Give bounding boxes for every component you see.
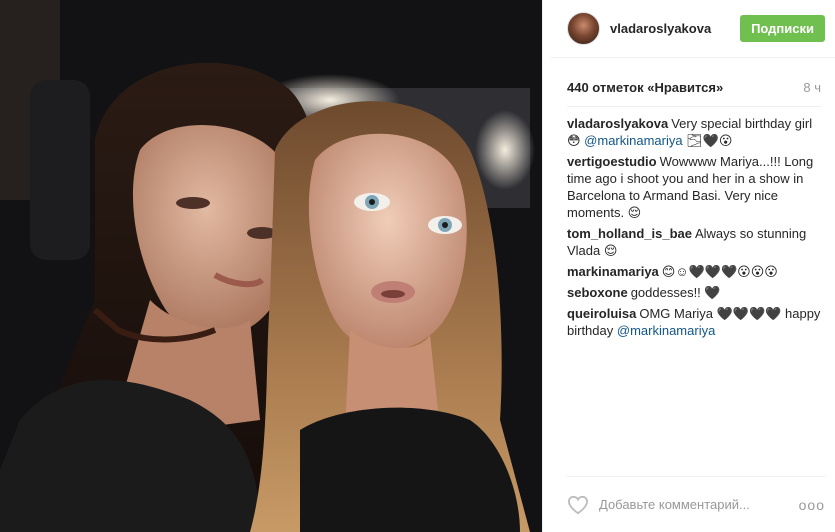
comment-text: goddesses!! 🖤 — [630, 285, 721, 300]
post-side-panel: vladaroslyakova Подписки 440 отметок «Нр… — [542, 0, 835, 532]
follow-button[interactable]: Подписки — [740, 15, 825, 42]
post-time[interactable]: 8 ч — [803, 80, 821, 95]
comment-text: 😊☺🖤🖤🖤😮😮😮 — [661, 264, 778, 279]
comment: tom_holland_is_bae Always so stunning Vla… — [567, 225, 821, 259]
author-avatar[interactable] — [567, 12, 600, 45]
comment: markinamariya 😊☺🖤🖤🖤😮😮😮 — [567, 263, 821, 280]
comment-username[interactable]: markinamariya — [567, 264, 659, 279]
post-photo[interactable] — [0, 0, 542, 532]
author-username[interactable]: vladaroslyakova — [610, 21, 740, 36]
comments-list: vladaroslyakova Very special birthday gir… — [567, 106, 821, 472]
instagram-post: vladaroslyakova Подписки 440 отметок «Нр… — [0, 0, 835, 532]
likes-count[interactable]: 440 отметок «Нравится» — [567, 80, 723, 95]
more-options-icon[interactable]: ooo — [799, 497, 825, 513]
comment: seboxone goddesses!! 🖤 — [567, 284, 821, 301]
comment-tail: 🌫🖤😮 — [682, 133, 733, 148]
comment-username[interactable]: vertigoestudio — [567, 154, 657, 169]
comment-username[interactable]: seboxone — [567, 285, 628, 300]
comment-mention[interactable]: @markinamariya — [584, 133, 682, 148]
post-stats: 440 отметок «Нравится» 8 ч — [567, 80, 821, 95]
post-header: vladaroslyakova Подписки — [551, 0, 835, 58]
comment: queiroluisa OMG Mariya 🖤🖤🖤🖤 happy birthda… — [567, 305, 821, 339]
comment-username[interactable]: vladaroslyakova — [567, 116, 668, 131]
comment-mention[interactable]: @markinamariya — [617, 323, 715, 338]
comment-username[interactable]: queiroluisa — [567, 306, 636, 321]
post-footer: ooo — [567, 476, 825, 532]
add-comment-input[interactable] — [599, 497, 799, 512]
comment: vladaroslyakova Very special birthday gir… — [567, 115, 821, 149]
heart-outline-icon[interactable] — [567, 495, 589, 515]
comment-username[interactable]: tom_holland_is_bae — [567, 226, 692, 241]
selfie-illustration — [0, 0, 542, 532]
comment: vertigoestudio Wowwww Mariya...!!! Long t… — [567, 153, 821, 221]
